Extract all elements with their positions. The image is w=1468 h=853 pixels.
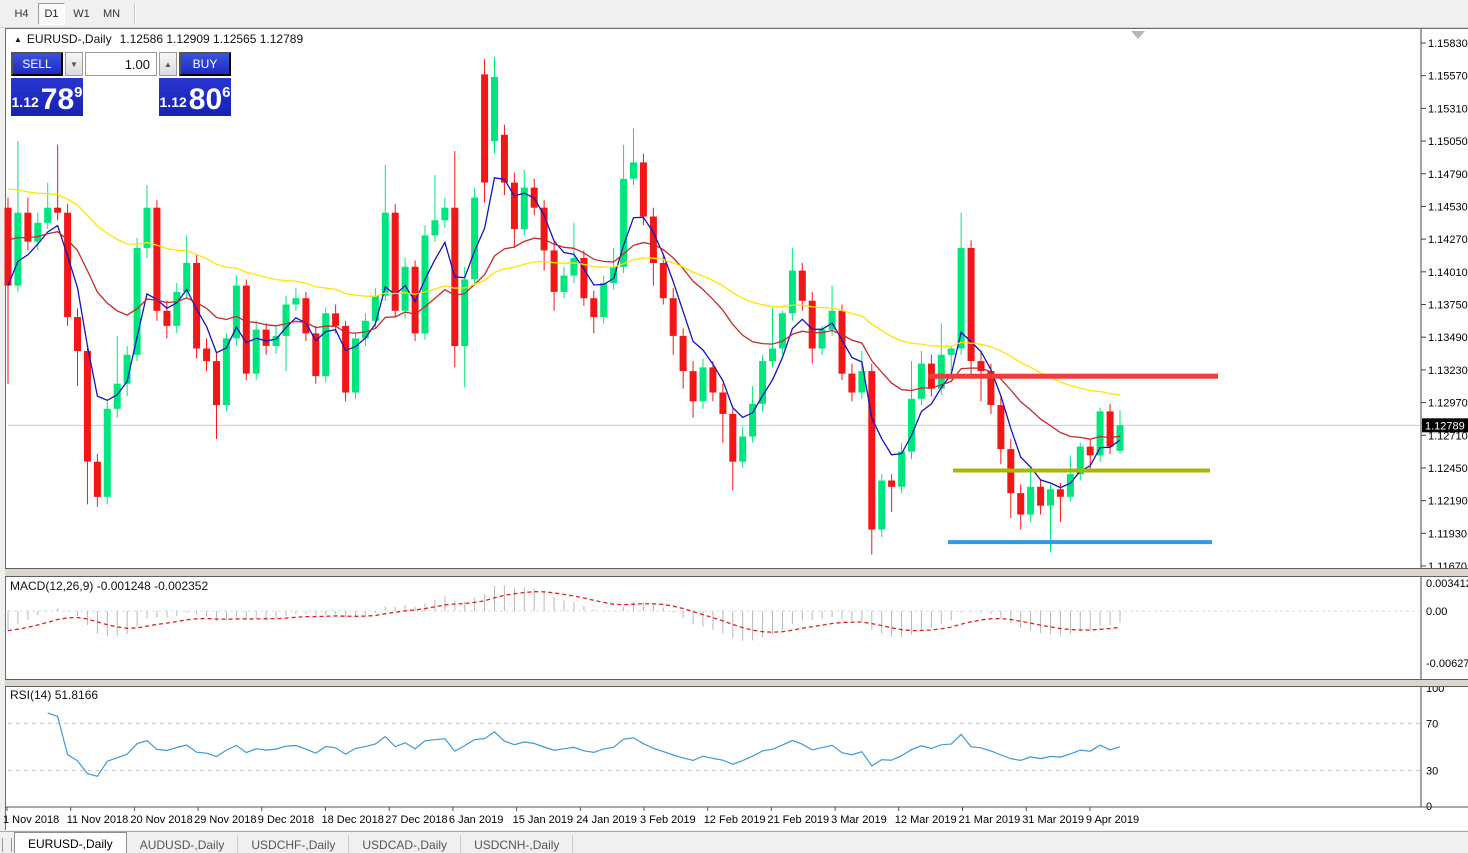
mt-terminal: H4D1W1MN 1.158301.155701.153101.150501.1…: [0, 0, 1468, 853]
rsi-indicator-name: RSI(14): [10, 688, 51, 702]
timeframe-button-w1[interactable]: W1: [68, 3, 95, 25]
macd-indicator-name: MACD(12,26,9): [10, 579, 93, 593]
macd-pane-label: MACD(12,26,9) -0.001248 -0.002352: [10, 579, 208, 593]
sell-price-prefix: 1.12: [12, 94, 39, 110]
pane-splitter-macd[interactable]: [5, 568, 1468, 577]
sell-price-sup: 9: [74, 84, 82, 101]
chart-ohlc-values: 1.12586 1.12909 1.12565 1.12789: [120, 32, 304, 46]
timeframe-toolbar: H4D1W1MN: [0, 0, 1468, 28]
tab-scroll-grip[interactable]: [2, 838, 12, 852]
pane-splitter-rsi[interactable]: [5, 679, 1468, 687]
timeframe-button-mn[interactable]: MN: [98, 3, 125, 25]
chart-shift-marker-icon[interactable]: [1131, 31, 1145, 39]
buy-price-prefix: 1.12: [160, 94, 187, 110]
rsi-indicator-value: 51.8166: [55, 688, 98, 702]
buy-button[interactable]: BUY: [179, 52, 231, 76]
buy-price-sup: 6: [222, 84, 230, 101]
toolbar-separator: [134, 3, 136, 25]
sell-button[interactable]: SELL: [11, 52, 63, 76]
buy-price-panel[interactable]: 1.12 80 6: [159, 78, 231, 116]
symbol-tab-usdcnh[interactable]: USDCNH-,Daily: [461, 835, 573, 853]
volume-input[interactable]: [85, 52, 157, 76]
timeframe-button-d1[interactable]: D1: [38, 3, 65, 25]
window-triangle-icon: ▲: [14, 35, 22, 44]
buy-price-big: 80: [189, 87, 222, 113]
symbol-tab-bar: EURUSD-,DailyAUDUSD-,DailyUSDCHF-,DailyU…: [0, 831, 1468, 853]
symbol-tab-usdchf[interactable]: USDCHF-,Daily: [238, 835, 349, 853]
chart-window[interactable]: [5, 28, 1468, 830]
sell-price-big: 78: [41, 87, 74, 113]
chart-title: ▲ EURUSD-,Daily 1.12586 1.12909 1.12565 1.…: [14, 32, 303, 46]
volume-increase-button[interactable]: ▲: [159, 52, 177, 76]
rsi-pane-label: RSI(14) 51.8166: [10, 688, 98, 702]
one-click-trading-panel: SELL ▼ ▲ BUY 1.12 78 9 1.12 80 6: [9, 50, 233, 118]
sell-price-panel[interactable]: 1.12 78 9: [11, 78, 83, 116]
symbol-tab-usdcad[interactable]: USDCAD-,Daily: [349, 835, 461, 853]
symbol-tab-audusd[interactable]: AUDUSD-,Daily: [127, 835, 239, 853]
chart-symbol-label: EURUSD-,Daily: [27, 32, 112, 46]
macd-indicator-values: -0.001248 -0.002352: [97, 579, 208, 593]
volume-decrease-button[interactable]: ▼: [65, 52, 83, 76]
timeframe-button-h4[interactable]: H4: [8, 3, 35, 25]
symbol-tab-eurusd[interactable]: EURUSD-,Daily: [14, 832, 127, 853]
